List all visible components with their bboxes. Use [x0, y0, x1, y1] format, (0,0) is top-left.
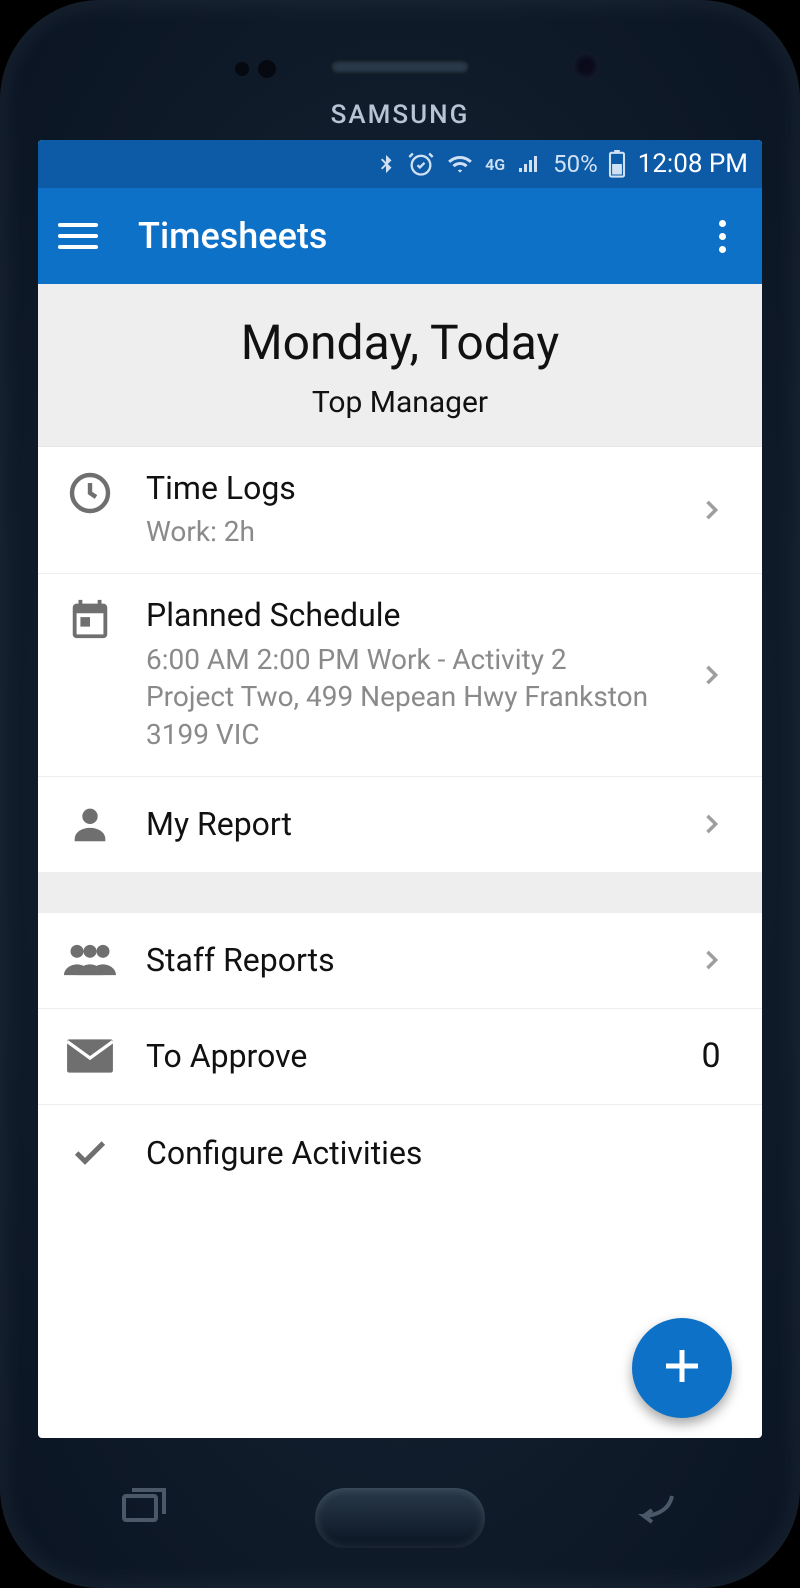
- signal-icon: [515, 152, 543, 176]
- sensor-dot-icon: [258, 60, 276, 78]
- home-button[interactable]: [315, 1488, 485, 1548]
- status-bar: 4G 50% 12:08 PM: [38, 140, 762, 188]
- list-item-title: Time Logs: [146, 469, 660, 507]
- date-header: Monday, Today Top Manager: [38, 284, 762, 447]
- alarm-icon: [407, 150, 435, 178]
- list-section-manager: Staff Reports To Approve 0: [38, 913, 762, 1201]
- status-time: 12:08 PM: [638, 149, 748, 179]
- recent-apps-softkey[interactable]: [120, 1488, 168, 1528]
- more-vert-icon: [719, 220, 726, 227]
- app-bar-title: Timesheets: [138, 215, 702, 257]
- hamburger-icon: [58, 223, 98, 227]
- wifi-icon: [445, 151, 475, 177]
- bluetooth-icon: [375, 149, 397, 179]
- list-item-title: Planned Schedule: [146, 596, 660, 634]
- sensor-dot-icon: [235, 62, 249, 76]
- overflow-menu-button[interactable]: [702, 220, 742, 253]
- list-item-title: Configure Activities: [146, 1134, 660, 1172]
- people-icon: [60, 940, 120, 980]
- list-section-personal: Time Logs Work: 2h Planned Schedule 6:00…: [38, 447, 762, 873]
- section-divider: [38, 873, 762, 913]
- list-item-subtitle: 6:00 AM 2:00 PM Work - Activity 2 Projec…: [146, 641, 660, 754]
- list-item-planned-schedule[interactable]: Planned Schedule 6:00 AM 2:00 PM Work - …: [38, 574, 762, 777]
- list-item-configure-activities[interactable]: Configure Activities: [38, 1105, 762, 1201]
- plus-icon: [658, 1342, 706, 1394]
- calendar-icon: [60, 596, 120, 642]
- brand-logo: SAMSUNG: [331, 100, 470, 130]
- check-icon: [60, 1133, 120, 1173]
- battery-percent: 50%: [553, 150, 598, 178]
- list-item-to-approve[interactable]: To Approve 0: [38, 1009, 762, 1105]
- envelope-icon: [60, 1037, 120, 1075]
- person-icon: [60, 801, 120, 847]
- front-camera-icon: [572, 52, 600, 80]
- list-item-title: To Approve: [146, 1037, 660, 1075]
- chevron-right-icon: [686, 940, 736, 980]
- list-item-staff-reports[interactable]: Staff Reports: [38, 913, 762, 1009]
- back-softkey[interactable]: [632, 1488, 680, 1528]
- list-item-time-logs[interactable]: Time Logs Work: 2h: [38, 447, 762, 574]
- date-title: Monday, Today: [58, 314, 742, 371]
- fab-add-button[interactable]: [632, 1318, 732, 1418]
- status-icons: 4G 50%: [375, 149, 626, 179]
- battery-icon: [608, 150, 626, 178]
- chevron-right-icon: [686, 655, 736, 695]
- chevron-right-icon: [686, 804, 736, 844]
- list-item-my-report[interactable]: My Report: [38, 777, 762, 873]
- speaker-grille-icon: [330, 60, 470, 74]
- phone-frame: SAMSUNG 4G 50%: [0, 0, 800, 1588]
- network-type-label: 4G: [485, 155, 505, 174]
- screen: 4G 50% 12:08 PM Timesheets: [38, 140, 762, 1438]
- menu-button[interactable]: [58, 216, 98, 256]
- clock-icon: [60, 469, 120, 517]
- app-bar: Timesheets: [38, 188, 762, 284]
- list-item-title: My Report: [146, 805, 660, 843]
- list-item-subtitle: Work: 2h: [146, 513, 660, 551]
- to-approve-count: 0: [701, 1036, 720, 1076]
- chevron-right-icon: [686, 490, 736, 530]
- list-item-title: Staff Reports: [146, 941, 660, 979]
- role-label: Top Manager: [58, 385, 742, 420]
